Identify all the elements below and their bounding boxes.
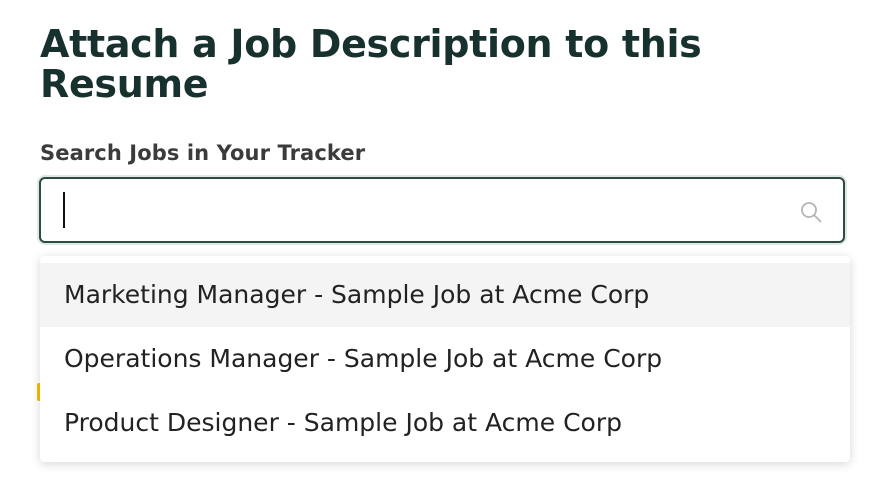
search-icon: [799, 200, 823, 224]
dropdown-option-marketing-manager[interactable]: Marketing Manager - Sample Job at Acme C…: [40, 263, 850, 327]
search-input[interactable]: [61, 189, 785, 233]
dropdown-option-operations-manager[interactable]: Operations Manager - Sample Job at Acme …: [40, 327, 850, 391]
dropdown-option-product-designer[interactable]: Product Designer - Sample Job at Acme Co…: [40, 391, 850, 455]
text-cursor: [63, 192, 65, 228]
page-title: Attach a Job Description to this Resume: [40, 22, 702, 106]
search-field[interactable]: [39, 177, 845, 243]
search-results-dropdown: Marketing Manager - Sample Job at Acme C…: [40, 256, 850, 462]
attach-job-panel: Attach a Job Description to this Resume …: [0, 0, 886, 496]
search-label: Search Jobs in Your Tracker: [40, 141, 366, 165]
